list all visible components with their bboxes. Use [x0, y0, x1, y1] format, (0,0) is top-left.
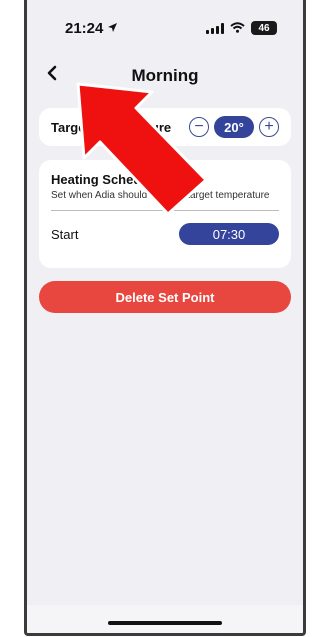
navigation-bar: Morning: [27, 60, 303, 90]
battery-level: 46: [258, 22, 270, 34]
increase-temperature-button[interactable]: +: [259, 117, 279, 137]
start-row: Start 07:30: [51, 223, 279, 245]
start-label: Start: [51, 226, 79, 242]
signal-icon: [206, 22, 224, 34]
battery-icon: 46: [251, 21, 277, 35]
bottom-bar: [27, 605, 303, 633]
heating-schedule-subtitle: Set when Adia should use this target tem…: [51, 190, 270, 201]
phone-frame: 21:24 46 Morning Target Temperature − 20…: [24, 0, 306, 636]
temperature-stepper: − 20° +: [189, 116, 279, 138]
decrease-temperature-button[interactable]: −: [189, 117, 209, 137]
home-indicator: [108, 621, 222, 625]
heating-schedule-title: Heating Schedule: [51, 172, 161, 187]
page-title: Morning: [131, 66, 199, 85]
delete-set-point-button[interactable]: Delete Set Point: [39, 281, 291, 313]
target-temperature-card: Target Temperature − 20° +: [39, 108, 291, 146]
divider: [51, 210, 279, 211]
start-time-button[interactable]: 07:30: [179, 223, 279, 245]
location-arrow-icon: [107, 20, 118, 37]
status-time-group: 21:24: [65, 20, 118, 37]
target-temperature-label: Target Temperature: [51, 119, 172, 135]
status-time: 21:24: [65, 19, 104, 37]
wifi-icon: [230, 20, 245, 37]
heating-schedule-card: Heating Schedule Set when Adia should us…: [39, 160, 291, 268]
temperature-value: 20°: [214, 116, 254, 138]
status-bar: 21:24 46: [65, 18, 277, 38]
status-icons: 46: [206, 20, 277, 37]
